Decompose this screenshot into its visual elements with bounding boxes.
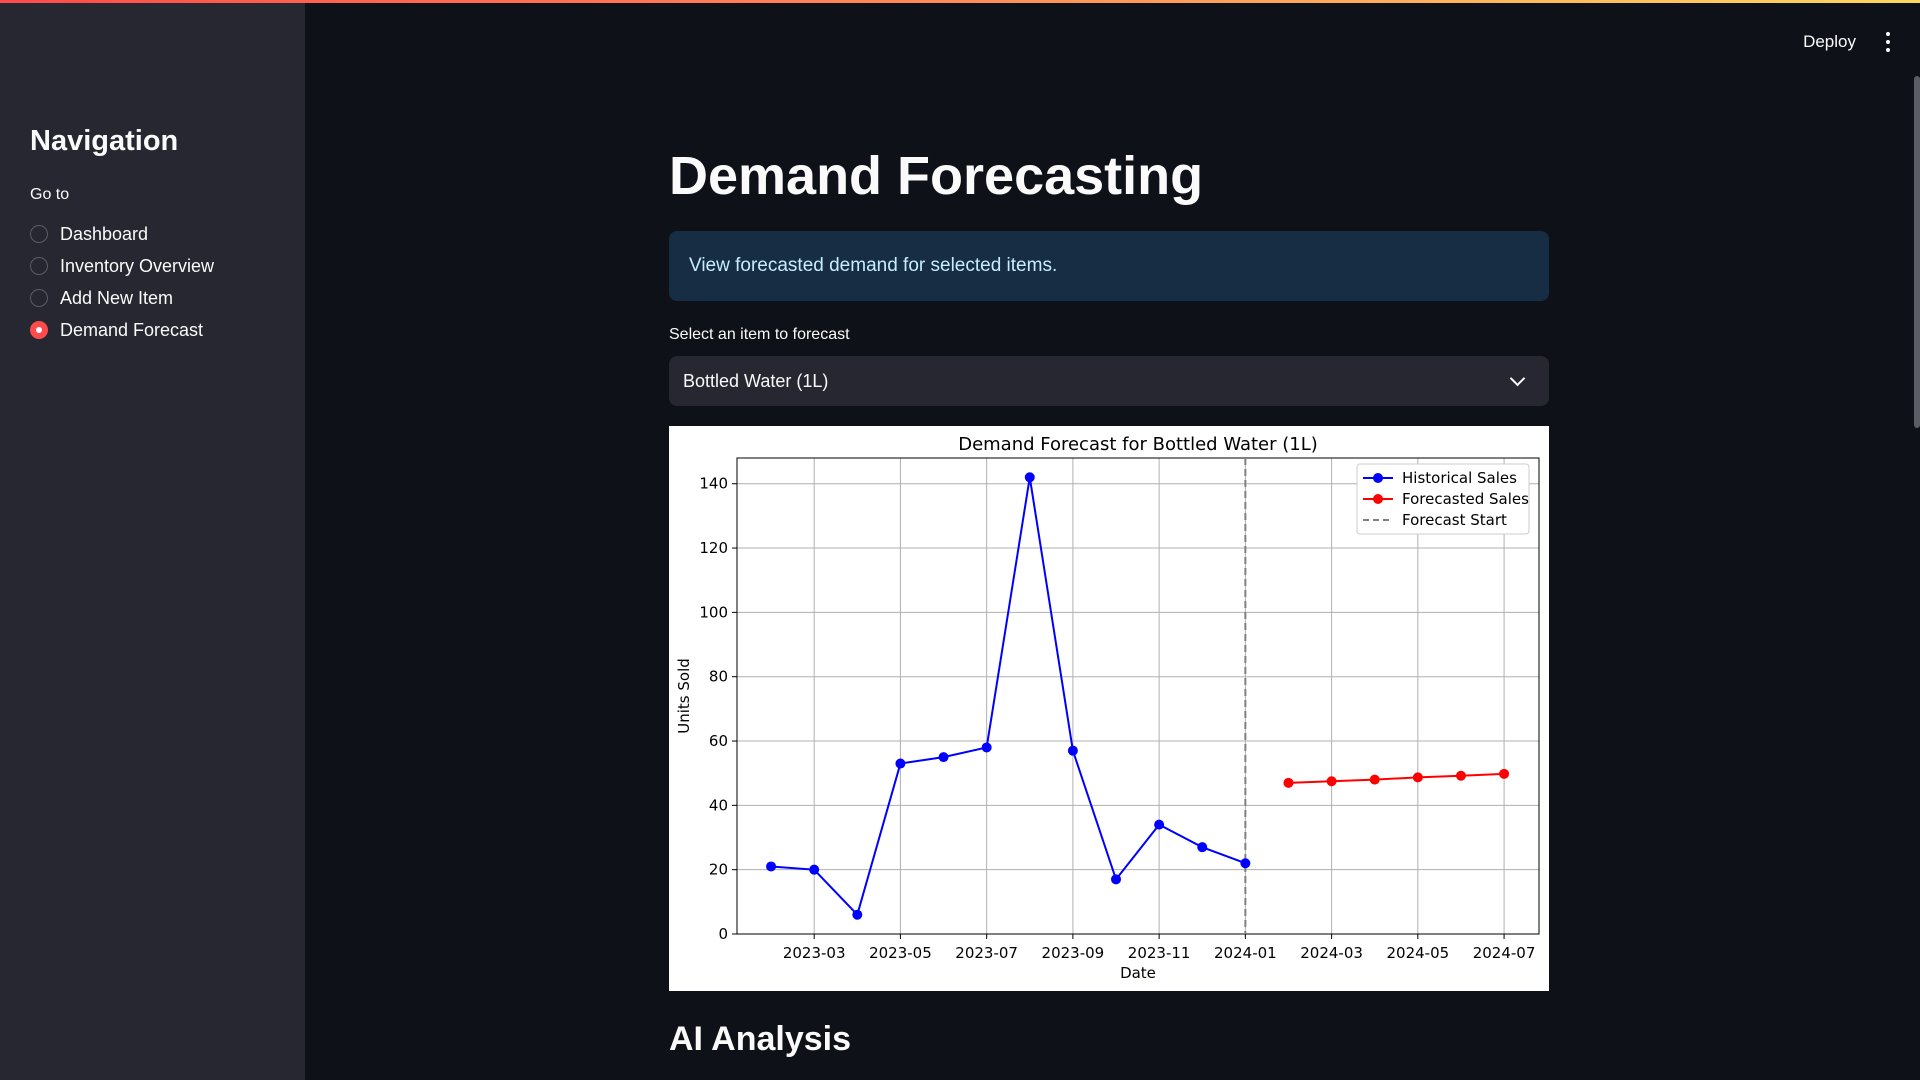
nav-radio-inventory-overview[interactable]: Inventory Overview bbox=[30, 250, 214, 282]
data-point bbox=[1455, 770, 1466, 781]
x-tick-label: 2024-01 bbox=[1214, 944, 1277, 962]
radio-unchecked-icon[interactable] bbox=[30, 257, 48, 275]
sidebar-title: Navigation bbox=[30, 125, 179, 157]
section-title-ai-analysis: AI Analysis bbox=[669, 1020, 852, 1058]
radio-unchecked-icon[interactable] bbox=[30, 289, 48, 307]
data-point bbox=[1024, 472, 1035, 483]
y-tick-label: 140 bbox=[699, 475, 728, 493]
x-tick-label: 2023-05 bbox=[869, 944, 932, 962]
x-tick-label: 2024-07 bbox=[1473, 944, 1536, 962]
data-point bbox=[1197, 842, 1208, 853]
x-tick-label: 2023-07 bbox=[955, 944, 1018, 962]
nav-radio-add-new-item[interactable]: Add New Item bbox=[30, 282, 214, 314]
scrollbar-thumb[interactable] bbox=[1914, 76, 1920, 428]
x-tick-label: 2024-03 bbox=[1300, 944, 1363, 962]
nav-radio-dashboard[interactable]: Dashboard bbox=[30, 218, 214, 250]
legend-label: Forecasted Sales bbox=[1402, 490, 1529, 508]
data-point bbox=[1240, 858, 1251, 869]
chevron-down-icon[interactable] bbox=[1509, 370, 1526, 387]
x-tick-label: 2023-11 bbox=[1128, 944, 1191, 962]
data-point bbox=[1111, 874, 1122, 885]
y-tick-label: 0 bbox=[718, 925, 728, 943]
nav-radio-label: Go to bbox=[30, 186, 70, 203]
page-title: Demand Forecasting bbox=[669, 146, 1204, 206]
header-toolbar: Deploy bbox=[1803, 32, 1890, 52]
data-point bbox=[809, 864, 820, 875]
data-point bbox=[1067, 745, 1078, 756]
chart-title: Demand Forecast for Bottled Water (1L) bbox=[958, 434, 1318, 455]
legend-label: Historical Sales bbox=[1402, 469, 1517, 487]
nav-radio-option-label: Add New Item bbox=[60, 287, 174, 308]
nav-radio-demand-forecast[interactable]: Demand Forecast bbox=[30, 314, 214, 346]
y-tick-label: 60 bbox=[709, 732, 728, 750]
data-point bbox=[981, 742, 992, 753]
y-tick-label: 20 bbox=[709, 861, 728, 879]
data-point bbox=[1154, 819, 1165, 830]
nav-radio-option-label: Dashboard bbox=[60, 223, 149, 244]
data-point bbox=[1283, 777, 1294, 788]
deploy-button[interactable]: Deploy bbox=[1803, 32, 1856, 52]
data-point bbox=[1326, 776, 1337, 787]
item-select-dropdown[interactable]: Bottled Water (1L) bbox=[669, 356, 1549, 406]
info-alert-text: View forecasted demand for selected item… bbox=[689, 255, 1058, 276]
data-point bbox=[895, 758, 906, 769]
data-point bbox=[1369, 774, 1380, 785]
y-tick-label: 120 bbox=[699, 539, 728, 557]
nav-radio-option-label: Demand Forecast bbox=[60, 319, 204, 340]
legend-label: Forecast Start bbox=[1402, 511, 1507, 529]
nav-radio-option-label: Inventory Overview bbox=[60, 255, 215, 276]
radio-checked-icon[interactable] bbox=[30, 321, 48, 339]
data-point bbox=[1412, 772, 1423, 783]
x-tick-label: 2023-03 bbox=[783, 944, 846, 962]
y-tick-label: 80 bbox=[709, 668, 728, 686]
nav-radio-group: Dashboard Inventory Overview Add New Ite… bbox=[30, 218, 214, 346]
legend-marker bbox=[1373, 473, 1383, 483]
y-tick-label: 100 bbox=[699, 603, 728, 621]
item-select-value: Bottled Water (1L) bbox=[683, 370, 829, 391]
data-point bbox=[766, 861, 777, 872]
data-point bbox=[938, 752, 949, 763]
item-select-label: Select an item to forecast bbox=[669, 326, 850, 343]
forecast-chart: 0 20 40 60 80 100 120 140 2023-03 2023-05 2023-07 2… bbox=[669, 426, 1549, 991]
sidebar: Navigation Go to Dashboard Inventory Ove… bbox=[0, 3, 305, 1080]
kebab-menu-icon[interactable] bbox=[1886, 32, 1890, 52]
info-alert: View forecasted demand for selected item… bbox=[669, 231, 1549, 301]
x-axis-label: Date bbox=[1120, 964, 1156, 982]
forecast-chart-svg: 0 20 40 60 80 100 120 140 2023-03 2023-05 2023-07 2… bbox=[675, 434, 1540, 982]
x-tick-label: 2023-09 bbox=[1042, 944, 1105, 962]
x-tick-label: 2024-05 bbox=[1386, 944, 1449, 962]
data-point bbox=[852, 909, 863, 920]
series-line bbox=[770, 477, 1246, 917]
radio-unchecked-icon[interactable] bbox=[30, 225, 48, 243]
data-point bbox=[1499, 768, 1510, 779]
y-axis-label: Units Sold bbox=[675, 658, 693, 734]
legend-marker bbox=[1373, 494, 1383, 504]
series-line bbox=[1288, 772, 1505, 784]
y-tick-label: 40 bbox=[709, 796, 728, 814]
